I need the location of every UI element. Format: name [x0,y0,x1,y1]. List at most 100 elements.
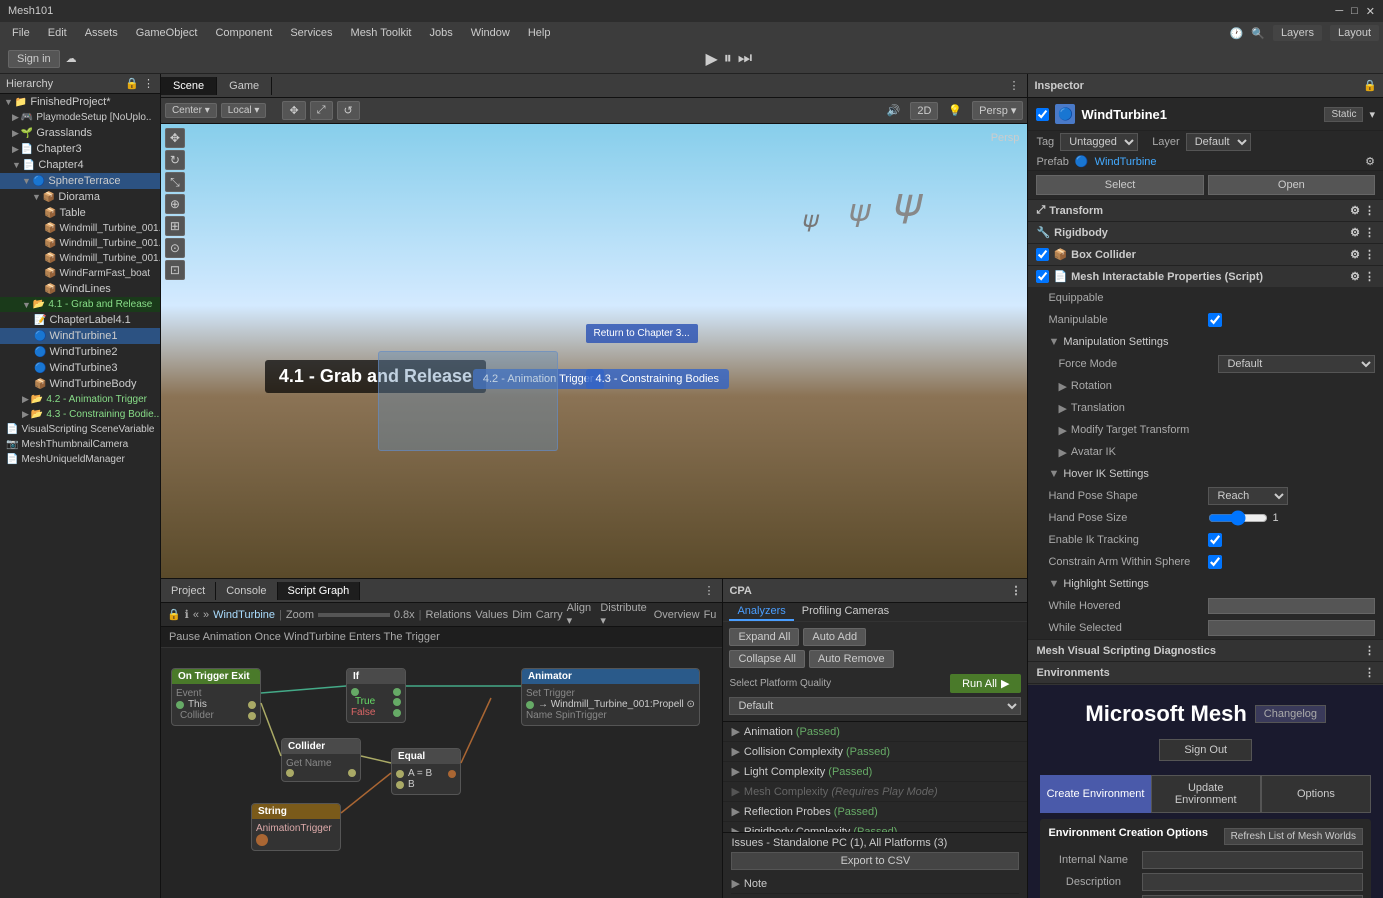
static-button[interactable]: Static [1324,107,1363,122]
collapse-all-button[interactable]: Collapse All [729,650,804,668]
rigidbody-settings-icon[interactable]: ⚙ [1350,226,1360,239]
tree-item-unique[interactable]: 📄 MeshUniqueldManager [0,452,160,467]
constrain-toggle[interactable] [1208,555,1222,569]
manip-settings-header[interactable]: ▼ Manipulation Settings [1028,331,1383,353]
menu-edit[interactable]: Edit [40,25,75,41]
node-string[interactable]: String AnimationTrigger [251,803,341,851]
tree-item-diorama[interactable]: ▼ 📦 Diorama [0,189,160,205]
script-enabled-toggle[interactable] [1036,270,1049,283]
tab-project[interactable]: Project [161,582,216,600]
nav-fwd-icon[interactable]: » [203,609,209,621]
select-button[interactable]: Select [1036,175,1203,195]
tree-item-playmodesetup[interactable]: ▶ 🎮 PlaymodeSetup [NoUplo.. [0,110,160,125]
scene-rotate-icon[interactable]: ↻ [165,150,185,170]
scene-scale-icon[interactable]: ⤡ [165,172,185,192]
object-active-toggle[interactable] [1036,108,1049,121]
hierarchy-menu-icon[interactable]: ⋮ [143,77,154,90]
minimize-btn[interactable]: ─ [1335,5,1343,18]
close-btn[interactable]: ✕ [1366,5,1375,18]
scene-view[interactable]: 𝜓 𝜓 𝜓 Persp 4.1 - Grab and Release 4.2 -… [161,124,1028,578]
sign-out-button[interactable]: Sign Out [1159,739,1252,761]
tree-item-chapter-label[interactable]: 📝 ChapterLabel4.1 [0,312,160,328]
node-animator[interactable]: Animator Set Trigger → Windmill_Turbine_… [521,668,700,726]
tab-create-env[interactable]: Create Environment [1040,775,1150,813]
collider-header[interactable]: 📦 Box Collider ⚙ ⋮ [1028,244,1383,265]
script-canvas[interactable]: On Trigger Exit Event This Collider [161,648,723,898]
hand-pose-size-slider[interactable] [1208,510,1268,526]
tab-script-graph[interactable]: Script Graph [278,582,361,600]
menu-gameobject[interactable]: GameObject [128,25,206,41]
collider-menu-icon[interactable]: ⋮ [1364,248,1375,261]
auto-remove-button[interactable]: Auto Remove [809,650,894,668]
wind-turbine-breadcrumb[interactable]: WindTurbine [213,609,275,621]
menu-jobs[interactable]: Jobs [421,25,460,41]
tab-options[interactable]: Options [1261,775,1371,813]
tab-game[interactable]: Game [217,77,272,95]
node-equal[interactable]: Equal A = B B [391,748,461,795]
menu-window[interactable]: Window [463,25,518,41]
cpa-item-light[interactable]: ▶ Light Complexity (Passed) [723,762,1027,782]
scene-tool6-icon[interactable]: ⊙ [165,238,185,258]
script-header[interactable]: 📄 Mesh Interactable Properties (Script) … [1028,266,1383,287]
layer-select[interactable]: Default [1186,133,1251,151]
layers-label[interactable]: Layers [1273,25,1322,41]
step-btn[interactable]: ⏭ [738,50,752,68]
play-btn[interactable]: ▶ [705,49,717,69]
tab-console[interactable]: Console [216,582,277,600]
pause-btn[interactable]: ⏸ [724,50,732,68]
transform-settings-icon[interactable]: ⚙ [1350,204,1360,217]
script-settings-icon[interactable]: ⚙ [1350,270,1360,283]
light-btn[interactable]: 💡 [942,102,968,119]
inspector-lock-icon[interactable]: 🔒 [1363,79,1377,92]
environments-header[interactable]: Environments ⋮ [1028,662,1383,683]
history-icon[interactable]: 🕐 [1230,27,1244,40]
collider-enabled-toggle[interactable] [1036,248,1049,261]
tree-item-windlines[interactable]: 📦 WindLines [0,281,160,297]
lock-icon[interactable]: 🔒 [167,608,181,621]
enable-ik-toggle[interactable] [1208,533,1222,547]
tree-item-visualscripting[interactable]: 📄 VisualScripting SceneVariable [0,422,160,437]
carry-btn[interactable]: Carry [536,609,563,621]
cpa-note-item[interactable]: ▶ Note [731,874,1019,894]
auto-add-button[interactable]: Auto Add [803,628,866,646]
layout-label[interactable]: Layout [1330,25,1379,41]
scene-panel-menu[interactable]: ⋮ [1000,76,1027,95]
cpa-item-rigidbody[interactable]: ▶ Rigidbody Complexity (Passed) [723,822,1027,832]
run-all-button[interactable]: Run All ▶ [950,674,1021,693]
tab-profiling[interactable]: Profiling Cameras [794,603,897,621]
values-btn[interactable]: Values [475,609,508,621]
maximize-btn[interactable]: □ [1351,5,1358,18]
tab-update-env[interactable]: Update Environment [1151,775,1261,813]
menu-help[interactable]: Help [520,25,559,41]
overview-btn[interactable]: Overview [654,609,700,621]
scene-tool4-icon[interactable]: ⊕ [165,194,185,214]
tree-item-finishedproject[interactable]: ▼ 📁 FinishedProject* [0,94,160,110]
zoom-slider[interactable] [318,613,390,617]
hover-ik-header[interactable]: ▼ Hover IK Settings [1028,463,1383,485]
selected-color-swatch[interactable] [1208,620,1375,636]
view-2d-btn[interactable]: 2D [910,102,938,120]
search-icon[interactable]: 🔍 [1251,27,1265,40]
tab-scene[interactable]: Scene [161,77,217,95]
script-menu-icon[interactable]: ⋮ [1364,270,1375,283]
tree-item-thumbnail[interactable]: 📷 MeshThumbnailCamera [0,437,160,452]
manipulable-toggle[interactable] [1208,313,1222,327]
collider-settings-icon[interactable]: ⚙ [1350,248,1360,261]
scene-tool1[interactable]: ✥ [282,101,305,120]
cpa-item-reflection[interactable]: ▶ Reflection Probes (Passed) [723,802,1027,822]
node-on-trigger-exit[interactable]: On Trigger Exit Event This Collider [171,668,261,726]
center-dropdown[interactable]: Center ▾ [165,103,217,118]
hovered-color-swatch[interactable] [1208,598,1375,614]
menu-file[interactable]: File [4,25,38,41]
distribute-btn[interactable]: Distribute ▾ [600,602,649,627]
description-input[interactable] [1142,873,1363,891]
object-name[interactable]: WindTurbine1 [1081,107,1318,122]
dim-btn[interactable]: Dim [512,609,532,621]
tree-item-windmill3[interactable]: 📦 Windmill_Turbine_001.. [0,251,160,266]
menu-component[interactable]: Component [207,25,280,41]
force-mode-select[interactable]: Default [1218,355,1375,373]
hierarchy-lock-icon[interactable]: 🔒 [125,77,139,90]
open-button[interactable]: Open [1208,175,1375,195]
menu-services[interactable]: Services [282,25,340,41]
transform-header[interactable]: ⤢ Transform ⚙ ⋮ [1028,200,1383,221]
